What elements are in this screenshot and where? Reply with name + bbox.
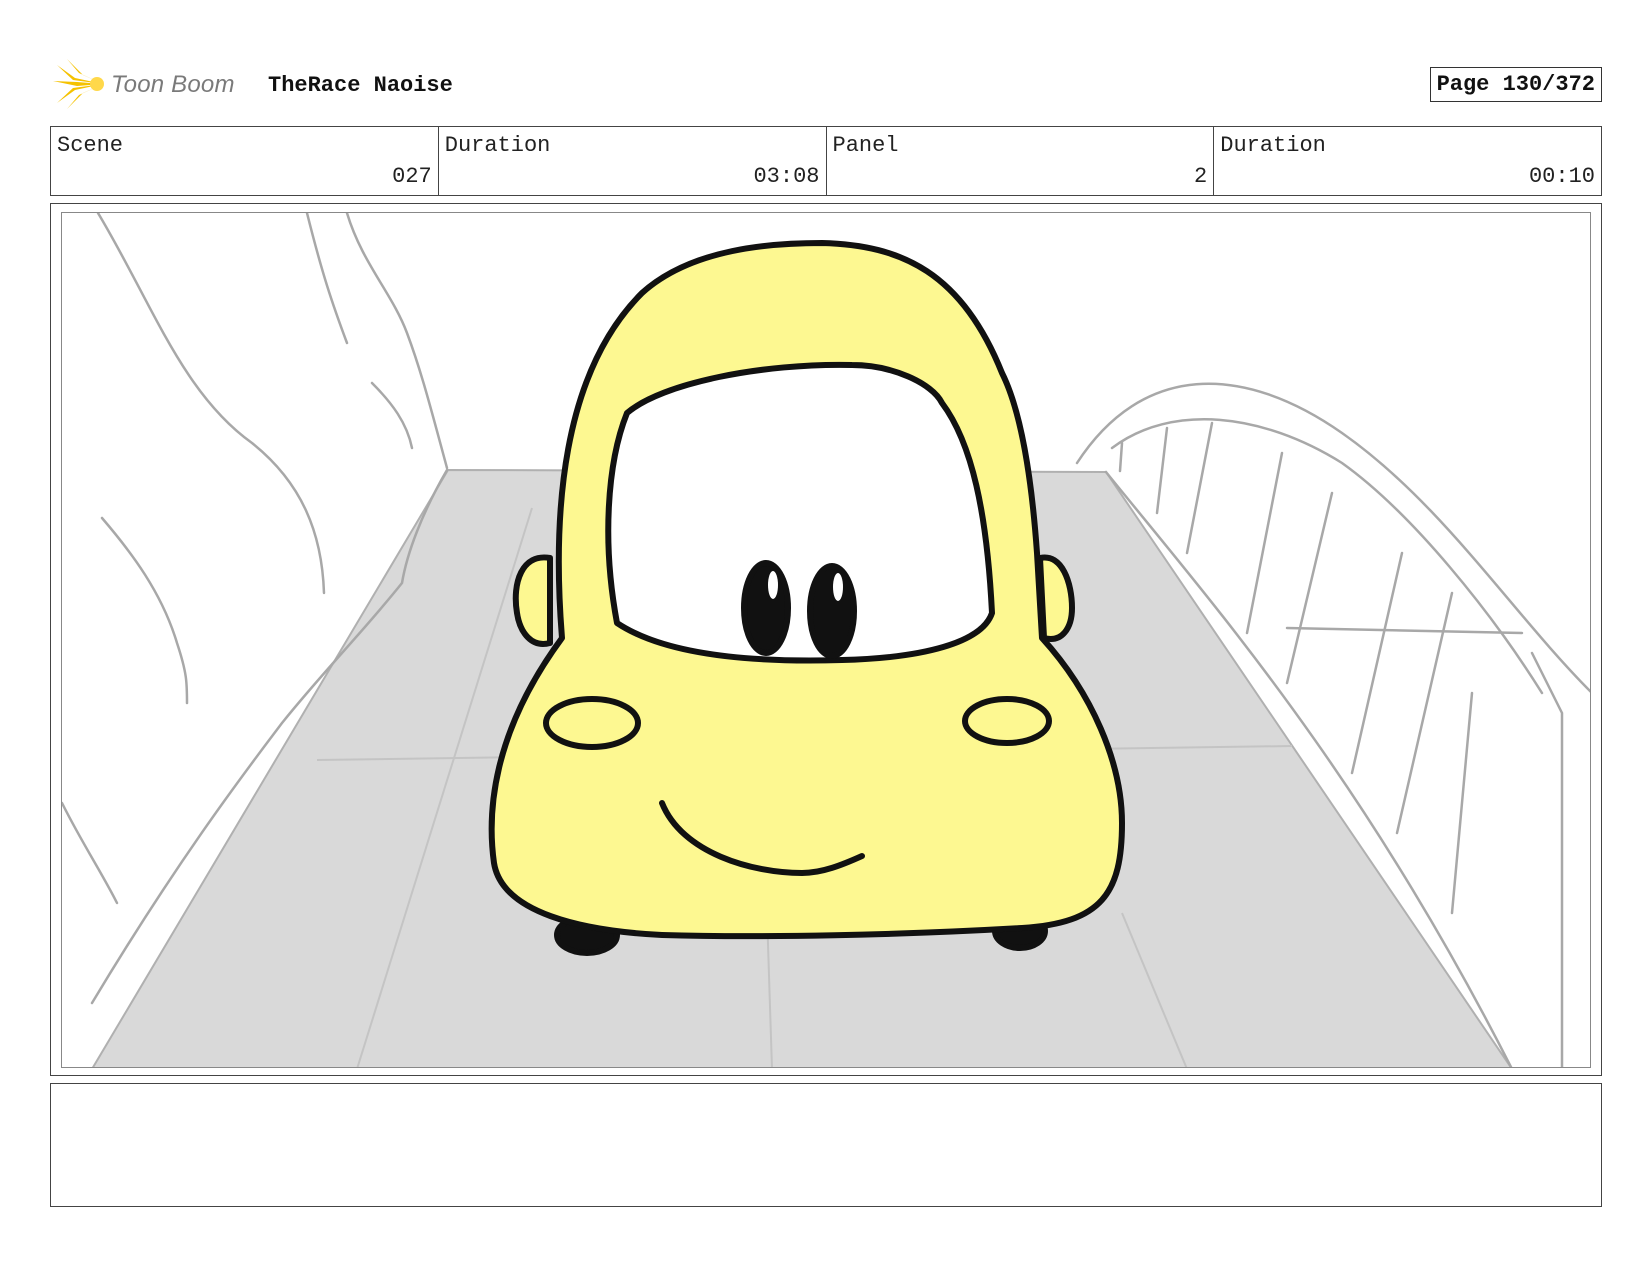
left-headlight (543, 696, 641, 750)
storyboard-header: Toon Boom TheRace Naoise Page 130/372 (50, 56, 1602, 112)
scene-cell: Scene 027 (51, 127, 439, 195)
panel-cell: Panel 2 (827, 127, 1215, 195)
panel-label: Panel (832, 133, 899, 158)
left-eye (741, 560, 791, 656)
starburst-icon (53, 59, 104, 109)
notes-box (50, 1083, 1602, 1207)
toon-boom-logo: Toon Boom (53, 59, 253, 109)
storyboard-sketch (62, 213, 1590, 1067)
logo-text: Toon Boom (111, 71, 235, 98)
panel-value: 2 (1194, 164, 1208, 189)
panel-duration-value: 00:10 (1528, 164, 1595, 189)
right-headlight (962, 696, 1052, 746)
page-counter: Page 130/372 (1429, 67, 1602, 102)
car (488, 240, 1125, 956)
panel-frame (50, 203, 1602, 1076)
scene-value: 027 (392, 164, 432, 189)
scene-duration-cell: Duration 03:08 (439, 127, 827, 195)
scene-label: Scene (57, 133, 124, 158)
panel-duration-label: Duration (1220, 133, 1326, 158)
left-mirror (512, 554, 553, 647)
scene-info-table: Scene 027 Duration 03:08 Panel 2 Duratio… (50, 126, 1602, 196)
right-eye (807, 563, 857, 659)
panel-drawing (61, 212, 1591, 1068)
windshield (605, 361, 995, 664)
panel-duration-cell: Duration 00:10 (1214, 127, 1601, 195)
scene-duration-value: 03:08 (753, 164, 820, 189)
scene-duration-label: Duration (444, 133, 551, 158)
project-title: TheRace Naoise (268, 73, 453, 98)
